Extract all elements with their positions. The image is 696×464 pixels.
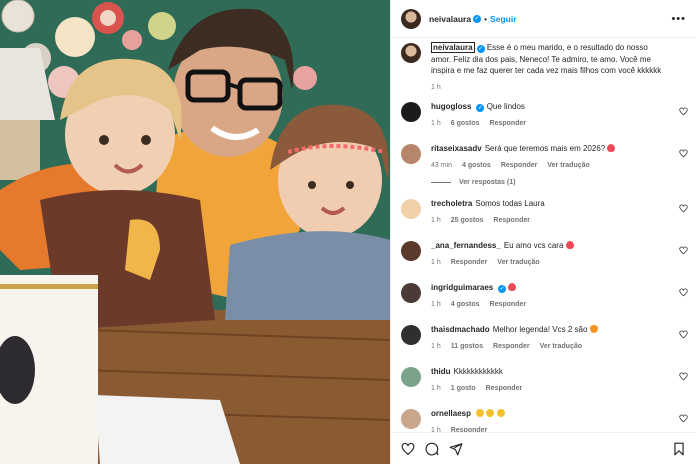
red-heart-emoji-icon <box>607 144 616 152</box>
comment-text: Será que teremos mais em 2026? <box>484 144 606 153</box>
family-photo-illustration <box>0 0 390 464</box>
reply-button[interactable]: Responder <box>493 215 530 227</box>
comment-time: 1 h <box>431 384 441 392</box>
translate-button[interactable]: Ver tradução <box>547 160 589 172</box>
bookmark-icon[interactable] <box>672 442 686 456</box>
verified-badge-icon: ✓ <box>473 14 482 23</box>
reply-button[interactable]: Responder <box>490 118 527 130</box>
comment-item: ingridguimaraes ✓ 1 h 4 gostos Responder <box>391 282 696 310</box>
comment-time: 1 h <box>431 258 441 266</box>
comment-avatar[interactable] <box>401 325 421 345</box>
comment-item: _ana_fernandess_ Eu amo vcs cara 1 h Respo… <box>391 240 696 268</box>
more-options-icon[interactable]: ••• <box>671 13 686 25</box>
comment-like-heart-icon[interactable] <box>679 246 688 255</box>
comment-username[interactable]: _ana_fernandess_ <box>431 241 501 250</box>
caption: neivalaura ✓ Esse é o meu marido, e o res… <box>391 42 696 93</box>
reply-button[interactable]: Responder <box>493 341 530 353</box>
reply-button[interactable]: Responder <box>451 425 488 433</box>
reply-button[interactable]: Responder <box>490 299 527 311</box>
action-bar <box>391 432 696 464</box>
verified-badge-icon: ✓ <box>476 45 485 53</box>
comment-item: trecholetra Somos todas Laura 1 h 25 gostos… <box>391 198 696 226</box>
red-heart-emoji-icon <box>508 283 517 291</box>
comment-likes[interactable]: 25 gostos <box>451 215 484 227</box>
author-avatar[interactable] <box>401 8 421 29</box>
comment-item: hugogloss ✓ Que lindos 1 h 6 gostos Responde… <box>391 101 696 129</box>
post-side-panel: neivalaura ✓ • Seguir ••• neivalaura ✓ Es… <box>390 0 696 464</box>
comment-text: Somos todas Laura <box>475 199 545 208</box>
author-username[interactable]: neivalaura <box>429 14 471 24</box>
comment-likes[interactable]: 1 gosto <box>451 383 476 395</box>
comment-like-heart-icon[interactable] <box>679 149 688 158</box>
comment-like-heart-icon[interactable] <box>679 288 688 297</box>
comment-item: thidu Kkkkkkkkkkkk 1 h 1 gosto Responder <box>391 366 696 394</box>
comment-time: 1 h <box>431 119 441 127</box>
view-replies-button[interactable]: Ver respostas (1) <box>431 179 696 186</box>
comment-likes[interactable]: 4 gostos <box>462 160 491 172</box>
translate-button[interactable]: Ver tradução <box>497 257 539 269</box>
post-photo <box>0 0 390 464</box>
comment-text: Kkkkkkkkkkkk <box>453 367 503 376</box>
comment-username[interactable]: thidu <box>431 367 451 376</box>
comment-like-heart-icon[interactable] <box>679 372 688 381</box>
follow-button[interactable]: Seguir <box>490 14 516 24</box>
reply-button[interactable]: Responder <box>486 383 523 395</box>
comment-item: thaisdmachado Melhor legenda! Vcs 2 são 1… <box>391 324 696 352</box>
comment-item: ornellaesp 1 h Responder <box>391 408 696 432</box>
heart-emoji-icon <box>589 325 598 333</box>
verified-badge-icon: ✓ <box>498 285 507 293</box>
comment-username[interactable]: trecholetra <box>431 199 472 208</box>
comment-time: 43 min <box>431 161 453 169</box>
comment-username[interactable]: thaisdmachado <box>431 325 490 334</box>
comment-avatar[interactable] <box>401 367 421 387</box>
separator-dot: • <box>484 13 488 24</box>
comment-likes[interactable]: 6 gostos <box>451 118 480 130</box>
comment-avatar[interactable] <box>401 144 421 164</box>
comment-like-heart-icon[interactable] <box>679 204 688 213</box>
comment-time: 1 h <box>431 216 441 224</box>
clap-emoji-icon <box>486 409 495 417</box>
comment-avatar[interactable] <box>401 102 421 122</box>
comment-avatar[interactable] <box>401 241 421 261</box>
comment-like-heart-icon[interactable] <box>679 414 688 423</box>
comment-like-heart-icon[interactable] <box>679 107 688 116</box>
comment-text: Que lindos <box>486 102 525 111</box>
comment-time: 1 h <box>431 300 441 308</box>
comment-avatar[interactable] <box>401 283 421 303</box>
comment-avatar[interactable] <box>401 199 421 219</box>
reply-button[interactable]: Responder <box>501 160 538 172</box>
comment-username[interactable]: ornellaesp <box>431 409 471 418</box>
caption-time: 1 h <box>431 83 441 91</box>
comment-item: ritaseixasadv Será que teremos mais em 20… <box>391 143 696 171</box>
heart-icon[interactable] <box>401 442 415 456</box>
comments-list[interactable]: neivalaura ✓ Esse é o meu marido, e o res… <box>391 42 696 432</box>
red-heart-emoji-icon <box>565 241 574 249</box>
comment-username[interactable]: ritaseixasadv <box>431 144 482 153</box>
comment-icon[interactable] <box>425 442 439 456</box>
caption-avatar[interactable] <box>401 43 421 63</box>
caption-username[interactable]: neivalaura <box>431 42 475 53</box>
verified-badge-icon: ✓ <box>476 104 485 112</box>
post-header: neivalaura ✓ • Seguir ••• <box>391 0 696 38</box>
comment-like-heart-icon[interactable] <box>679 330 688 339</box>
comment-username[interactable]: hugogloss <box>431 102 471 111</box>
comment-time: 1 h <box>431 342 441 350</box>
clap-emoji-icon <box>476 409 485 417</box>
clap-emoji-icon <box>496 409 505 417</box>
comment-text: Eu amo vcs cara <box>503 241 564 250</box>
translate-button[interactable]: Ver tradução <box>540 341 582 353</box>
comment-text: Melhor legenda! Vcs 2 são <box>492 325 588 334</box>
comment-avatar[interactable] <box>401 409 421 429</box>
reply-button[interactable]: Responder <box>451 257 488 269</box>
comment-likes[interactable]: 11 gostos <box>451 341 483 353</box>
comment-time: 1 h <box>431 426 441 433</box>
comment-username[interactable]: ingridguimaraes <box>431 283 493 292</box>
send-icon[interactable] <box>449 442 463 456</box>
comment-likes[interactable]: 4 gostos <box>451 299 480 311</box>
